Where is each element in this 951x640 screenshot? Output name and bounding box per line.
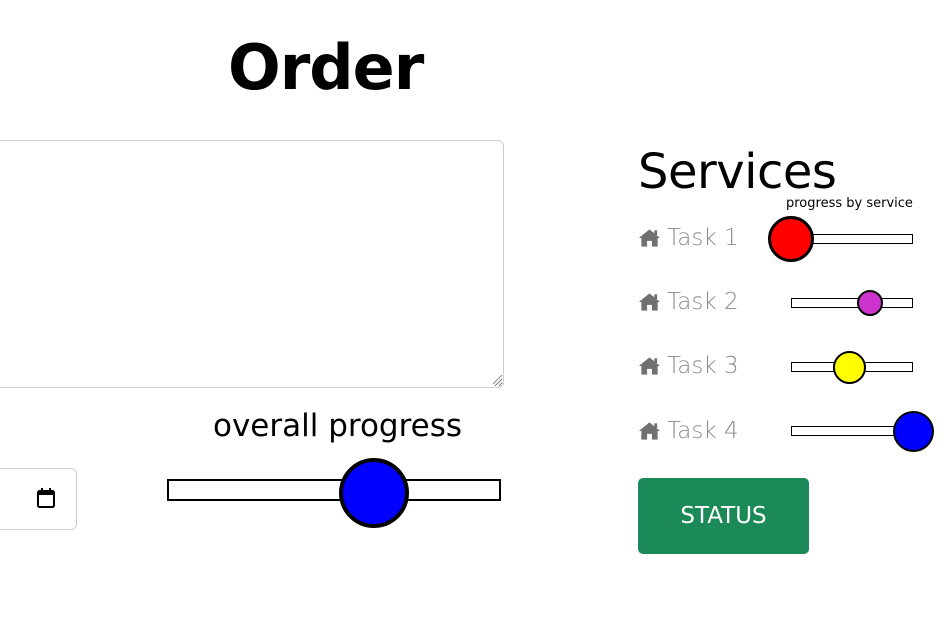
task-2-progress-thumb[interactable]: [857, 290, 884, 316]
page: Order overall progress Services progress…: [0, 0, 951, 640]
overall-progress-track[interactable]: [167, 479, 501, 501]
status-button[interactable]: STATUS: [638, 478, 809, 554]
task-2-progress-track[interactable]: [791, 298, 913, 308]
task-row-1: Task 1: [638, 223, 739, 253]
task-row-2: Task 2: [638, 287, 739, 317]
task-3-progress-thumb[interactable]: [833, 350, 867, 384]
home-icon: [638, 357, 661, 375]
task-label: Task 4: [667, 418, 739, 444]
overall-progress-thumb[interactable]: [338, 458, 409, 528]
order-title: Order: [228, 31, 424, 104]
task-4-progress-thumb[interactable]: [892, 410, 934, 452]
task-row-3: Task 3: [638, 351, 739, 381]
home-icon: [638, 422, 661, 440]
task-label: Task 3: [667, 353, 739, 379]
task-row-4: Task 4: [638, 416, 739, 446]
home-icon: [638, 293, 661, 311]
order-textarea[interactable]: [0, 140, 504, 388]
calendar-icon[interactable]: [36, 487, 56, 509]
home-icon: [638, 229, 661, 247]
services-caption: progress by service: [786, 196, 913, 211]
services-title: Services: [638, 144, 837, 200]
overall-progress-label: overall progress: [213, 408, 463, 444]
task-label: Task 2: [667, 289, 739, 315]
resize-grip-icon[interactable]: [491, 373, 503, 385]
task-label: Task 1: [667, 225, 739, 251]
task-1-progress-thumb[interactable]: [768, 216, 814, 262]
